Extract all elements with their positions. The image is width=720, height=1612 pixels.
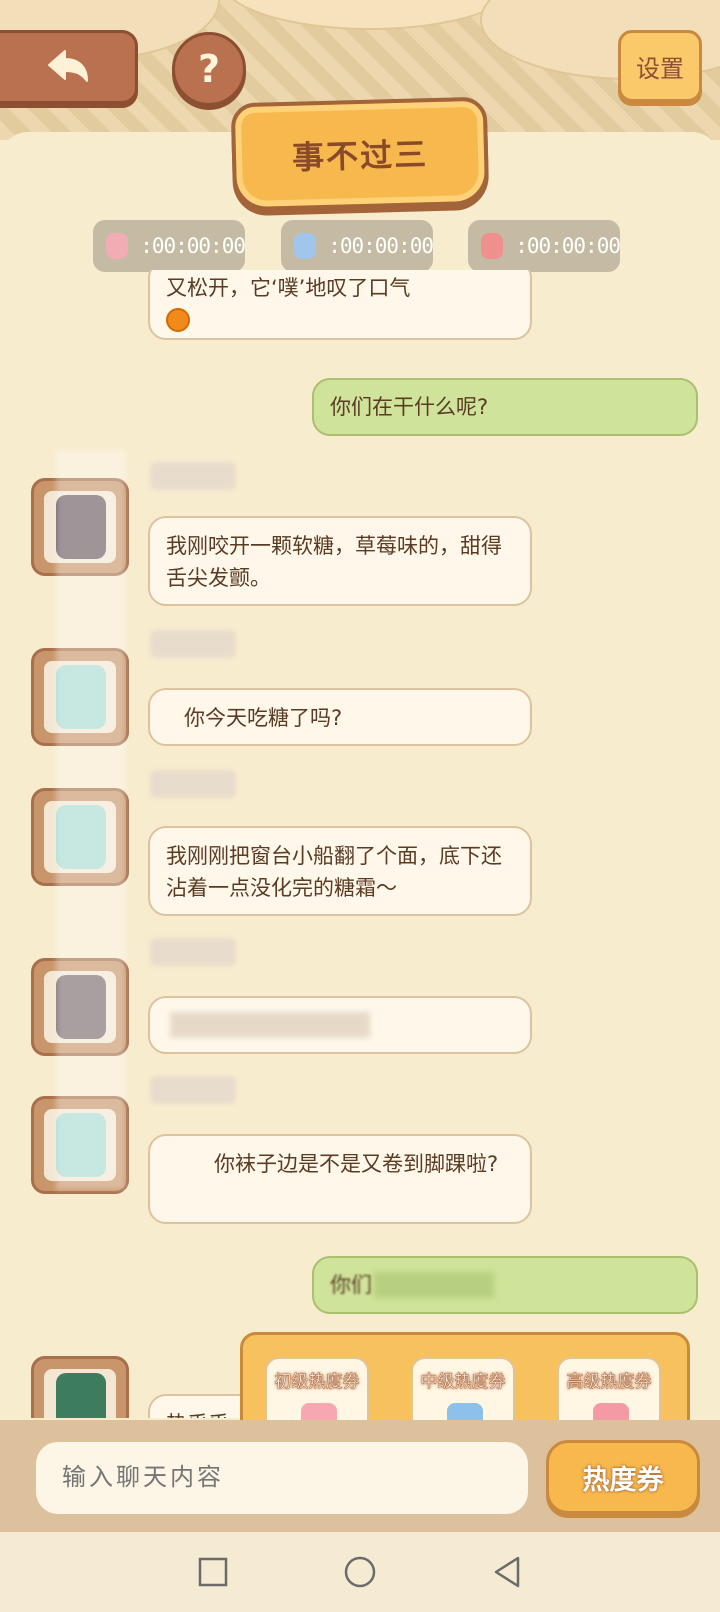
message-text: 又松开，它‘噗’地叹了口气 <box>166 276 411 300</box>
back-button[interactable] <box>0 30 138 104</box>
sender-name <box>150 630 236 658</box>
redacted-text <box>374 1272 494 1298</box>
input-bar: 热度券 <box>0 1420 720 1532</box>
ticket-label: 初级热度券 <box>274 1372 360 1393</box>
sender-name <box>150 462 236 490</box>
home-icon[interactable] <box>343 1555 377 1589</box>
timer-value: :00:00:00 <box>140 234 246 258</box>
orange-emoji-icon <box>166 308 190 332</box>
back-icon[interactable] <box>490 1555 524 1589</box>
message-bubble: 我刚刚把窗台小船翻了个面，底下还沾着一点没化完的糖霜～ <box>148 826 532 916</box>
back-arrow-icon <box>47 50 88 82</box>
settings-button[interactable]: 设置 <box>618 30 702 102</box>
message-text: 你今天吃糖了吗? <box>184 706 343 730</box>
timer-value: :00:00:00 <box>328 234 434 258</box>
message-bubble: 又松开，它‘噗’地叹了口气 <box>148 270 532 340</box>
timer-value: :00:00:00 <box>515 234 621 258</box>
message-text: 你们 <box>330 1273 372 1297</box>
message-text: 我刚刚把窗台小船翻了个面，底下还沾着一点没化完的糖霜～ <box>166 844 502 900</box>
pink-character-icon <box>93 220 140 272</box>
question-mark-icon: ? <box>197 47 221 91</box>
avatar[interactable] <box>31 1356 129 1418</box>
message-bubble-outgoing: 你们 <box>312 1256 698 1314</box>
page-title-plate: 事不过三 <box>230 96 490 212</box>
sender-name <box>150 1076 236 1104</box>
message-bubble <box>148 996 532 1054</box>
help-button[interactable]: ? <box>172 32 246 106</box>
message-text: 我刚咬开一颗软糖，草莓味的，甜得舌尖发颤。 <box>166 534 502 590</box>
message-bubble: 你今天吃糖了吗? <box>148 688 532 746</box>
sender-name <box>150 938 236 966</box>
message-text: 你们在干什么呢? <box>330 395 489 419</box>
redacted-text <box>170 1012 370 1038</box>
message-bubble-outgoing: 你们在干什么呢? <box>312 378 698 436</box>
system-navigation-bar <box>0 1532 720 1612</box>
chat-input[interactable] <box>36 1442 528 1514</box>
ticket-label: 中级热度券 <box>420 1372 506 1393</box>
privacy-blur <box>56 450 126 1190</box>
timer-badge: :00:00:00 <box>93 220 246 272</box>
message-bubble: 你袜子边是不是又卷到脚踝啦? <box>148 1134 532 1224</box>
heat-ticket-button[interactable]: 热度券 <box>546 1440 700 1514</box>
page-title: 事不过三 <box>291 135 429 177</box>
red-character-icon <box>468 220 515 272</box>
sender-name <box>150 770 236 798</box>
ticket-label: 高级热度券 <box>566 1372 652 1393</box>
message-bubble: 我刚咬开一颗软糖，草莓味的，甜得舌尖发颤。 <box>148 516 532 606</box>
timer-badge: :00:00:00 <box>281 220 434 272</box>
message-text: 你袜子边是不是又卷到脚踝啦? <box>214 1152 499 1176</box>
blue-character-icon <box>281 220 328 272</box>
settings-label: 设置 <box>636 54 684 83</box>
timer-badge: :00:00:00 <box>468 220 621 272</box>
recent-apps-icon[interactable] <box>196 1555 230 1589</box>
cloud-decoration <box>220 0 520 30</box>
chat-list[interactable]: 又松开，它‘噗’地叹了口气 你们在干什么呢? 我刚咬开一颗软糖，草莓味的，甜得舌… <box>0 270 720 1418</box>
heat-ticket-label: 热度券 <box>582 1464 664 1496</box>
